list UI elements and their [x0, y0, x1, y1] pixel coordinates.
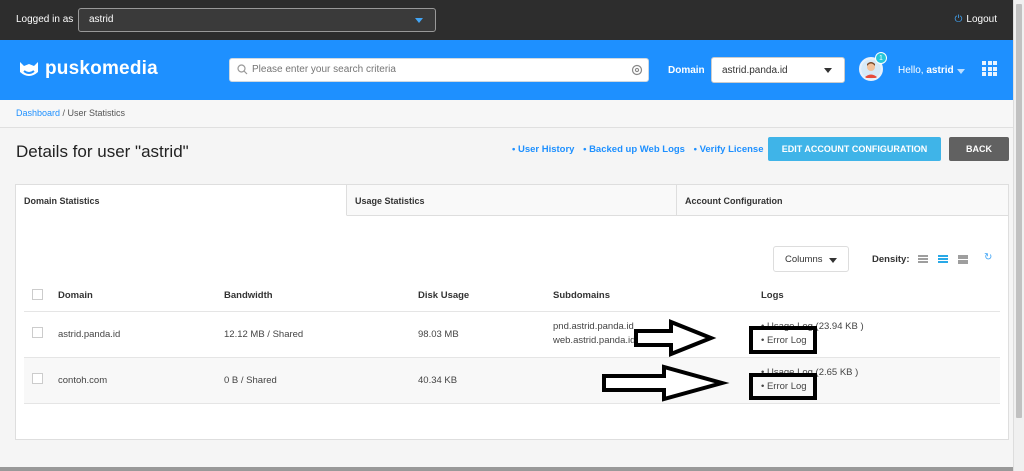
cat-logo-icon[interactable]: [18, 58, 40, 80]
subdomain-item: web.astrid.panda.id: [553, 335, 636, 346]
column-header-logs[interactable]: Logs: [761, 281, 1000, 312]
notification-badge[interactable]: 1: [875, 52, 887, 64]
chevron-down-icon: [415, 18, 423, 23]
search-box[interactable]: [229, 58, 649, 82]
user-switch-value: astrid: [89, 14, 114, 25]
density-label: Density:: [872, 254, 910, 265]
bandwidth-cell: 0 B / Shared: [224, 357, 418, 404]
domain-statistics-table: Domain Bandwidth Disk Usage Subdomains L…: [24, 281, 1000, 404]
edit-account-configuration-button[interactable]: EDIT ACCOUNT CONFIGURATION: [768, 137, 941, 161]
usage-log-link[interactable]: • Usage Log (23.94 KB ): [761, 320, 1000, 334]
tab-account-configuration[interactable]: Account Configuration: [677, 185, 1008, 216]
subdomains-cell: [553, 357, 761, 404]
chevron-down-icon[interactable]: [957, 69, 965, 74]
logout-label: Logout: [966, 14, 997, 25]
column-header-subdomains[interactable]: Subdomains: [553, 281, 761, 312]
density-compact-icon[interactable]: [918, 255, 928, 265]
brand-name[interactable]: puskomedia: [45, 58, 158, 80]
table-header-row: Domain Bandwidth Disk Usage Subdomains L…: [24, 281, 1000, 312]
gear-icon[interactable]: [631, 64, 643, 76]
logs-cell: • Usage Log (2.65 KB ) • Error Log: [761, 357, 1000, 404]
usage-log-link[interactable]: • Usage Log (2.65 KB ): [761, 366, 1000, 380]
refresh-icon[interactable]: ↻: [984, 252, 992, 263]
columns-label: Columns: [785, 254, 823, 265]
top-bar: Logged in as astrid ⏻ Logout: [0, 0, 1013, 40]
domain-cell: astrid.panda.id: [58, 311, 224, 358]
back-button[interactable]: BACK: [949, 137, 1009, 161]
user-history-link[interactable]: • User History: [512, 144, 574, 155]
disk-usage-cell: 98.03 MB: [418, 311, 553, 358]
brand-header: puskomedia Domain astrid.panda.id 1 Hell…: [0, 40, 1013, 100]
column-header-domain[interactable]: Domain: [58, 281, 224, 312]
bottom-edge: [0, 467, 1013, 471]
verify-license-link[interactable]: • Verify License: [694, 144, 764, 155]
breadcrumb-separator: /: [60, 108, 68, 118]
column-header-bandwidth[interactable]: Bandwidth: [224, 281, 418, 312]
row-checkbox[interactable]: [32, 373, 43, 384]
vertical-scrollbar[interactable]: [1013, 0, 1024, 471]
apps-grid-icon[interactable]: [982, 61, 997, 76]
columns-button[interactable]: Columns: [773, 246, 849, 272]
subdomain-item: pnd.astrid.panda.id: [553, 321, 634, 332]
density-comfortable-icon[interactable]: [958, 255, 968, 265]
domain-label: Domain: [668, 65, 705, 76]
logged-in-label: Logged in as: [16, 14, 74, 25]
domain-cell: contoh.com: [58, 357, 224, 404]
disk-usage-cell: 40.34 KB: [418, 357, 553, 404]
breadcrumb: Dashboard / User Statistics: [0, 100, 1013, 128]
chevron-down-icon: [829, 258, 837, 263]
user-switch-select[interactable]: astrid: [78, 8, 436, 32]
backed-up-web-logs-link[interactable]: • Backed up Web Logs: [583, 144, 685, 155]
error-log-link[interactable]: • Error Log: [761, 380, 1000, 394]
main-content: Details for user "astrid" • User History…: [0, 128, 1013, 471]
logs-cell: • Usage Log (23.94 KB ) • Error Log: [761, 311, 1000, 358]
table-row: astrid.panda.id 12.12 MB / Shared 98.03 …: [24, 311, 1000, 358]
user-greeting[interactable]: Hello, astrid: [898, 65, 954, 76]
error-log-link[interactable]: • Error Log: [761, 334, 1000, 348]
statistics-panel: Domain Statistics Usage Statistics Accou…: [15, 184, 1009, 440]
search-input[interactable]: [252, 64, 612, 75]
power-icon: ⏻: [954, 14, 963, 25]
tab-usage-statistics[interactable]: Usage Statistics: [347, 185, 677, 216]
select-all-checkbox[interactable]: [32, 288, 43, 300]
column-header-disk-usage[interactable]: Disk Usage: [418, 281, 553, 312]
subdomains-cell: pnd.astrid.panda.id web.astrid.panda.id: [553, 311, 761, 358]
breadcrumb-current: User Statistics: [67, 108, 126, 118]
row-checkbox[interactable]: [32, 327, 43, 338]
domain-select-value: astrid.panda.id: [722, 65, 788, 76]
search-icon: [237, 64, 248, 75]
density-standard-icon[interactable]: [938, 255, 948, 265]
bandwidth-cell: 12.12 MB / Shared: [224, 311, 418, 358]
greeting-prefix: Hello,: [898, 65, 924, 76]
chevron-down-icon: [824, 68, 832, 73]
logout-button[interactable]: ⏻ Logout: [954, 14, 997, 25]
table-row: contoh.com 0 B / Shared 40.34 KB • Usage…: [24, 357, 1000, 404]
domain-select[interactable]: astrid.panda.id: [711, 57, 845, 83]
tab-domain-statistics[interactable]: Domain Statistics: [16, 185, 347, 216]
page-title: Details for user "astrid": [16, 142, 189, 161]
tab-bar: Domain Statistics Usage Statistics Accou…: [16, 185, 1008, 216]
page-links: • User History • Backed up Web Logs • Ve…: [512, 144, 770, 155]
greeting-user: astrid: [926, 65, 954, 76]
scrollbar-thumb[interactable]: [1016, 4, 1022, 418]
breadcrumb-dashboard-link[interactable]: Dashboard: [16, 108, 60, 118]
